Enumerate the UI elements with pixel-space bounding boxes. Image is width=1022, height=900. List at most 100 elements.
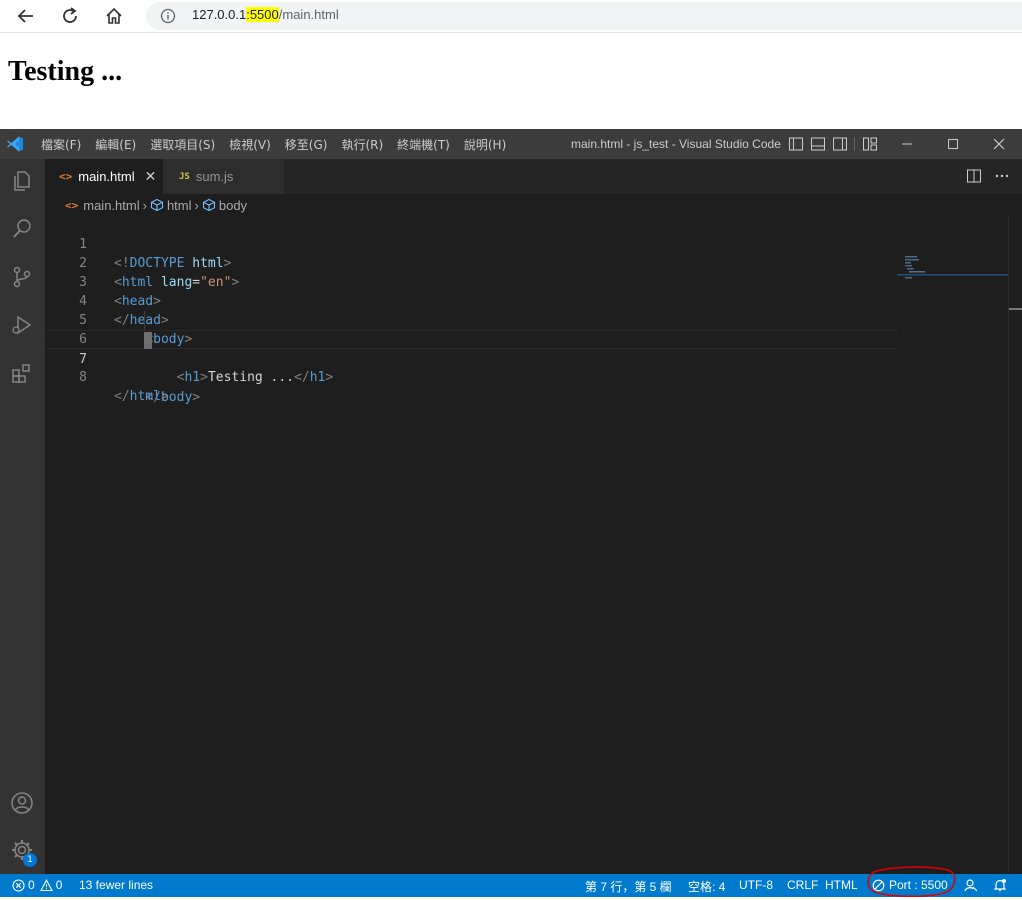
html-file-icon: <> [65,198,79,212]
chevron-right-icon: › [142,197,147,213]
customize-layout-icon[interactable] [862,136,878,152]
info-icon[interactable] [160,8,176,24]
error-count: 0 [28,878,35,892]
editor-actions [966,168,1010,184]
language-mode[interactable]: HTML [825,878,858,892]
url-text[interactable]: 127.0.0.1:5500/main.html [192,7,339,22]
menu-run[interactable]: 執行(R) [334,136,390,153]
line-number: 8 [79,370,87,385]
source-control-button[interactable] [8,263,36,291]
split-editor-icon[interactable] [966,168,982,184]
symbol-element-icon [202,198,215,212]
status-bar: 0 0 13 fewer lines 第 7 行，第 5 欄 空格: 4 UTF… [0,866,1022,897]
url-path: /main.html [278,7,339,22]
title-bar: 檔案(F) 編輯(E) 選取項目(S) 檢視(V) 移至(G) 執行(R) 終端… [0,129,1022,159]
indent-guide [144,311,145,330]
accounts-button[interactable] [8,789,36,817]
minimize-button[interactable] [884,129,930,159]
search-icon [13,219,31,238]
code-line[interactable]: 5 <body> [45,292,897,347]
reload-button[interactable] [58,4,82,28]
notifications-button[interactable] [993,878,1007,892]
menu-selection[interactable]: 選取項目(S) [143,136,222,153]
feedback-icon [964,879,978,892]
annotation-circle [867,866,956,897]
breadcrumb-body[interactable]: body [202,198,247,213]
back-button[interactable] [14,4,38,28]
url-host: 127.0.0.1 [192,7,247,22]
warning-icon [39,878,53,891]
tab-main-html[interactable]: <> main.html ✕ [45,159,163,194]
warning-count: 0 [55,878,63,892]
minimap[interactable] [897,216,1008,874]
breadcrumb-body-label: body [218,197,248,213]
run-debug-icon [12,315,32,335]
minimize-icon [902,143,912,145]
tab-sum-js[interactable]: JS sum.js [163,159,284,194]
maximize-icon [948,139,958,149]
tab-label: main.html [78,169,135,184]
code-line[interactable]: 4 </head> [45,273,897,328]
accounts-badge: 1 [23,853,37,867]
toggle-primary-sidebar-icon[interactable] [788,136,804,152]
extensions-icon [12,364,30,383]
html-file-icon: <> [59,170,73,183]
code-text: </html> [114,389,169,404]
menu-edit[interactable]: 編輯(E) [88,136,143,153]
cursor-position-marker [1009,308,1022,310]
close-window-button[interactable] [976,129,1022,159]
menu-help[interactable]: 說明(H) [457,136,513,153]
files-icon [14,171,30,191]
js-file-icon: JS [179,171,190,182]
home-button[interactable] [102,4,126,28]
menu-file[interactable]: 檔案(F) [34,136,88,153]
error-icon [12,878,25,892]
vscode-window: 檔案(F) 編輯(E) 選取項目(S) 檢視(V) 移至(G) 執行(R) 終端… [0,129,1022,897]
page-heading: Testing ... [8,56,123,87]
close-tab-icon[interactable]: ✕ [145,169,157,185]
toggle-secondary-sidebar-icon[interactable] [832,136,848,152]
close-icon [993,138,1005,150]
account-icon [11,792,33,814]
maximize-button[interactable] [930,129,976,159]
explorer-button[interactable] [8,167,36,195]
breadcrumb-file[interactable]: <> main.html [65,198,140,213]
code-line[interactable]: 8 </html> [45,349,897,404]
menu-bar: 檔案(F) 編輯(E) 選取項目(S) 檢視(V) 移至(G) 執行(R) 終端… [34,129,513,159]
more-actions-icon[interactable] [994,168,1010,184]
symbol-element-icon [150,198,164,212]
code-line[interactable]: 1 <!DOCTYPE html> [45,216,897,271]
bell-icon [993,879,1007,891]
breadcrumb-html[interactable]: html [150,198,192,213]
address-bar[interactable]: 127.0.0.1:5500/main.html [146,2,1022,30]
run-debug-button[interactable] [8,311,36,339]
breadcrumb-html-label: html [166,197,192,213]
menu-view[interactable]: 檢視(V) [222,136,278,153]
menu-terminal[interactable]: 終端機(T) [390,136,457,153]
cursor-position[interactable]: 第 7 行，第 5 欄 [585,878,672,895]
encoding[interactable]: UTF-8 [739,878,773,892]
tab-label: sum.js [195,169,234,184]
vscode-logo-icon [7,136,23,152]
code-editor[interactable]: 1 <!DOCTYPE html> 2 <html lang="en"> 3 <… [45,216,1008,874]
search-button[interactable] [8,215,36,243]
code-line-active[interactable]: 7 </body> [45,330,897,405]
line-ending[interactable]: CRLF [787,878,818,892]
code-line[interactable]: 6 <h1>Testing ...</h1> [45,311,897,385]
editor-tabs: <> main.html ✕ JS sum.js [45,159,1022,194]
code-line[interactable]: 2 <html lang="en"> [45,235,897,290]
extensions-button[interactable] [8,359,36,387]
chevron-right-icon: › [194,197,199,213]
status-message[interactable]: 13 fewer lines [79,878,153,892]
feedback-button[interactable] [963,878,978,893]
arrow-left-icon [17,9,33,23]
indentation[interactable]: 空格: 4 [688,878,725,895]
window-title: main.html - js_test - Visual Studio Code [571,137,781,151]
code-line[interactable]: 3 <head> [45,254,897,309]
problems-indicator[interactable]: 0 0 [12,878,62,892]
toggle-panel-icon[interactable] [810,136,826,152]
breadcrumb-file-label: main.html [83,197,140,213]
menu-go[interactable]: 移至(G) [278,136,335,153]
browser-toolbar: 127.0.0.1:5500/main.html [0,0,1022,33]
vertical-scrollbar[interactable] [1008,216,1022,874]
